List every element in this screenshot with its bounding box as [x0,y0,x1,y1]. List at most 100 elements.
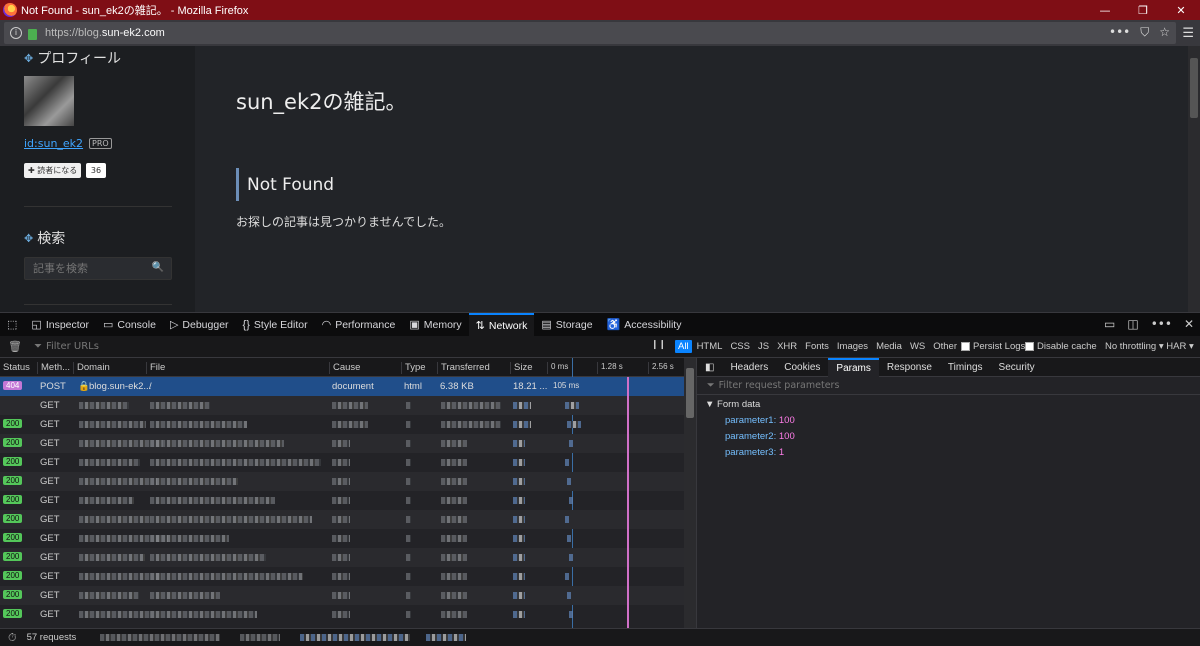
stopwatch-icon[interactable]: ⏱ [8,631,17,645]
filter-all[interactable]: All [675,340,692,353]
redacted-file [150,609,257,620]
responsive-icon[interactable]: ▭ [1104,317,1115,331]
col-file[interactable]: File [146,362,165,374]
url-field[interactable]: i https://blog.sun-ek2.com ••• ⛉ ☆ [4,22,1176,44]
tab-debugger[interactable]: ▷ Debugger [163,313,236,337]
blog-title[interactable]: sun_ek2の雑記。 [236,86,407,116]
dock-icon[interactable]: ◫ [1127,317,1138,331]
tab-headers[interactable]: Headers [722,358,776,377]
persist-logs-checkbox[interactable]: Persist Logs [961,341,1025,352]
param-key: parameter3: [725,447,777,458]
table-row[interactable]: 200 GET [0,415,684,434]
col-domain[interactable]: Domain [73,362,110,374]
tab-accessibility[interactable]: ♿ Accessibility [600,313,689,337]
tab-params[interactable]: Params [828,357,879,377]
more-icon[interactable]: ••• [1151,317,1172,331]
method-cell: GET [40,419,60,430]
table-row[interactable]: 200 GET [0,605,684,624]
redacted-type [406,400,411,411]
param-value: 100 [778,431,795,442]
redacted-file [150,571,303,582]
form-data-header[interactable]: ▼ Form data [705,399,760,410]
follow-button[interactable]: ✚ 読者になる [24,163,82,178]
filter-media[interactable]: Media [873,340,905,353]
filter-ws[interactable]: WS [907,340,928,353]
search-input[interactable] [25,258,145,279]
request-list-scrollbar[interactable] [684,358,696,628]
table-row[interactable]: GET [0,396,684,415]
bookmark-star-icon[interactable]: ☆ [1159,25,1170,40]
request-list: Status Meth... Domain File Cause Type Tr… [0,358,696,628]
tab-console[interactable]: ▭ Console [96,313,163,337]
filter-js[interactable]: JS [755,340,772,353]
filter-images[interactable]: Images [834,340,871,353]
param-filter-input[interactable]: ⏷ Filter request parameters [697,377,1200,395]
tab-memory[interactable]: ▣ Memory [402,313,468,337]
table-row[interactable]: 404 POST 🔒 blog.sun-ek2... / document ht… [0,377,684,396]
col-type[interactable]: Type [401,362,426,374]
status-badge: 200 [3,495,23,504]
pause-icon[interactable]: ❙❙ [651,340,666,350]
tab-network[interactable]: ⇅ Network [468,312,535,337]
redacted-transferred [441,438,467,449]
size-cell: 18.21 ... [513,381,548,392]
filter-other[interactable]: Other [930,340,960,353]
redacted-type [406,457,411,468]
table-row[interactable]: 200 GET [0,453,684,472]
filter-fonts[interactable]: Fonts [802,340,832,353]
tab-response[interactable]: Response [879,358,940,377]
table-row[interactable]: 200 GET [0,434,684,453]
disable-cache-checkbox[interactable]: Disable cache [1025,341,1097,352]
page-actions-icon[interactable]: ••• [1109,25,1130,40]
redacted-type [406,476,411,487]
toggle-panel-icon[interactable]: ◧ [697,358,722,377]
arrows-icon: ⇅ [475,320,485,332]
avatar[interactable] [24,76,74,126]
close-button[interactable]: ✕ [1162,0,1200,20]
site-info-icon[interactable]: i [10,27,22,39]
method-cell: GET [40,457,60,468]
menu-icon[interactable]: ☰ [1182,26,1194,41]
filter-html[interactable]: HTML [694,340,726,353]
search-icon[interactable]: 🔍 [152,262,164,273]
throttling-select[interactable]: No throttling ▾ HAR ▾ [1105,341,1194,352]
user-id-link[interactable]: id:sun_ek2 [24,137,83,150]
har-menu[interactable]: HAR ▾ [1166,341,1193,352]
filter-xhr[interactable]: XHR [774,340,800,353]
redacted-file [150,552,266,563]
tab-storage[interactable]: ▤ Storage [534,313,599,337]
col-method[interactable]: Meth... [37,362,70,374]
redacted-type [406,495,411,506]
tab-performance[interactable]: ◠ Performance [315,313,403,337]
table-row[interactable]: 200 GET [0,491,684,510]
tab-security[interactable]: Security [991,358,1043,377]
restore-button[interactable]: ❐ [1124,0,1162,20]
element-picker-icon[interactable]: ⬚ [0,313,24,337]
close-devtools-icon[interactable]: ✕ [1184,317,1194,331]
redacted-size [513,533,525,544]
col-cause[interactable]: Cause [329,362,360,374]
table-row[interactable]: 200 GET [0,567,684,586]
tab-timings[interactable]: Timings [940,358,991,377]
table-row[interactable]: 200 GET [0,548,684,567]
col-status[interactable]: Status [0,362,30,374]
table-row[interactable]: 200 GET [0,510,684,529]
table-row[interactable]: 200 GET [0,586,684,605]
filter-css[interactable]: CSS [727,340,753,353]
page-scrollbar[interactable] [1188,46,1200,312]
url-text[interactable]: https://blog.sun-ek2.com [45,27,165,39]
scrollbar-thumb[interactable] [1190,58,1198,118]
pocket-icon[interactable]: ⛉ [1140,25,1149,40]
tab-style-editor[interactable]: {} Style Editor [236,313,315,337]
table-row[interactable]: 200 GET [0,529,684,548]
scrollbar-thumb[interactable] [686,368,694,418]
trash-icon[interactable]: 🗑 [8,340,22,353]
filter-urls-input[interactable]: ⏷ Filter URLs [34,341,634,352]
lock-icon[interactable] [28,28,37,40]
col-transferred[interactable]: Transferred [437,362,490,374]
col-size[interactable]: Size [510,362,532,374]
table-row[interactable]: 200 GET [0,472,684,491]
minimize-button[interactable]: — [1086,0,1124,20]
tab-cookies[interactable]: Cookies [776,358,828,377]
tab-inspector[interactable]: ◱ Inspector [24,313,96,337]
